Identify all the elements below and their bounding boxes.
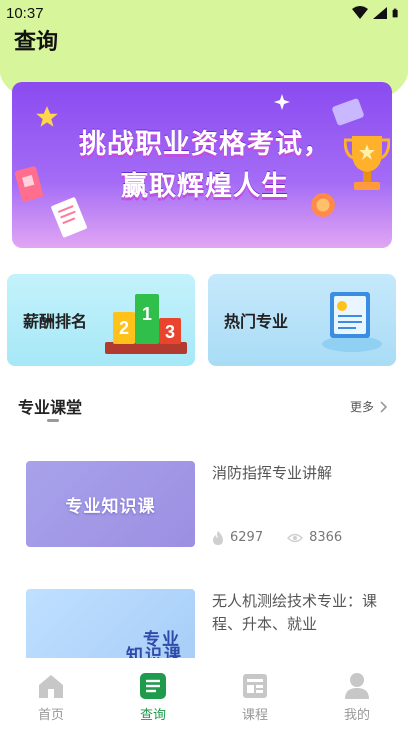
trophy-icon	[344, 136, 390, 190]
banner-line-2: 赢取辉煌人生	[121, 171, 289, 202]
status-time: 10:37	[6, 4, 44, 22]
search-doc-icon	[140, 673, 166, 699]
thumbnail-caption-2: 知识课	[126, 646, 183, 658]
more-link[interactable]: 更多	[350, 398, 388, 415]
page-title: 查询	[14, 30, 59, 55]
tab-mine-label: 我的	[343, 708, 370, 723]
podium-second: 2	[119, 318, 129, 338]
views-stat: 8366	[287, 530, 342, 545]
certificate-icon	[322, 292, 382, 352]
tab-query[interactable]: 查询	[102, 658, 204, 733]
book-icon	[14, 166, 44, 202]
views-count: 8366	[309, 530, 343, 545]
flame-icon	[213, 530, 223, 545]
bottom-tab-bar: 首页 查询 课程 我的	[0, 658, 408, 733]
sparkle-icon	[274, 94, 290, 110]
list-item[interactable]: 专业 知识课 无人机测绘技术专业：课程、升本、就业	[0, 588, 408, 658]
thumbnail-caption: 专业知识课	[65, 497, 156, 517]
banner-line-1: 挑战职业资格考试，	[79, 129, 331, 160]
course-title: 无人机测绘技术专业：课程、升本、就业	[212, 592, 378, 633]
course-thumbnail: 专业知识课	[26, 461, 195, 547]
tab-course-label: 课程	[241, 708, 268, 723]
more-label: 更多	[349, 400, 374, 414]
chevron-right-icon	[380, 400, 388, 413]
course-icon	[243, 674, 267, 698]
battery-icon	[392, 8, 398, 18]
course-stats: 6297 8366	[212, 530, 366, 545]
tab-home[interactable]: 首页	[0, 658, 102, 733]
tab-home-label: 首页	[37, 708, 64, 723]
signal-icon	[373, 7, 387, 19]
salary-ranking-card[interactable]: 薪酬排名 2 1 3	[7, 274, 195, 366]
promo-banner[interactable]: 挑战职业资格考试， 赢取辉煌人生	[12, 82, 392, 248]
hot-major-label: 热门专业	[224, 312, 289, 331]
eye-icon	[287, 533, 304, 542]
tab-query-label: 查询	[139, 708, 166, 723]
likes-count: 6297	[230, 530, 264, 545]
course-title: 消防指挥专业讲解	[212, 464, 333, 482]
wifi-icon	[352, 6, 368, 19]
list-item[interactable]: 专业知识课 消防指挥专业讲解 6297 8366	[0, 460, 408, 560]
status-bar: 10:37	[0, 0, 408, 26]
section-title: 专业课堂	[18, 398, 83, 417]
home-icon	[39, 675, 63, 698]
hot-major-card[interactable]: 热门专业	[208, 274, 396, 366]
podium-first: 1	[142, 304, 152, 324]
podium-third: 3	[165, 322, 175, 342]
course-thumbnail: 专业 知识课	[26, 589, 195, 658]
likes-stat: 6297	[212, 530, 263, 545]
podium-icon: 2 1 3	[105, 294, 187, 354]
tab-mine[interactable]: 我的	[306, 658, 408, 733]
tab-course[interactable]: 课程	[204, 658, 306, 733]
user-icon	[345, 673, 369, 699]
section-indicator	[47, 419, 59, 422]
star-icon	[36, 106, 58, 127]
salary-ranking-label: 薪酬排名	[23, 312, 88, 331]
